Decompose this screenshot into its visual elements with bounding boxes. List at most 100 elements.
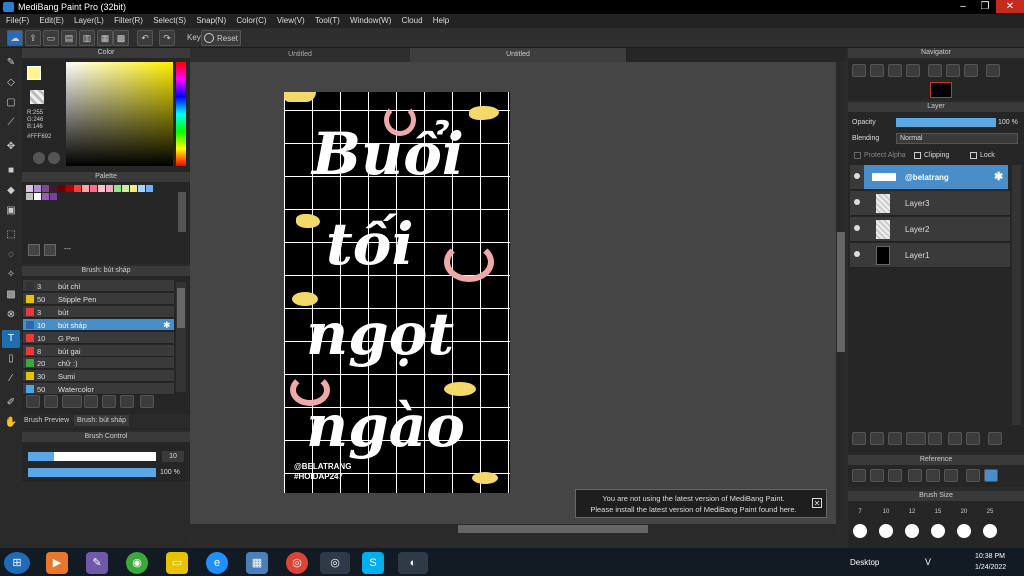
palette-swatch[interactable] [42,185,49,192]
horizontal-scrollbar[interactable] [190,524,836,534]
add-layer-dropdown-icon[interactable] [906,432,926,445]
gradient-tool-icon[interactable]: ▣ [2,202,20,220]
clipping-checkbox[interactable] [914,152,921,159]
palette-swatch[interactable] [146,185,153,192]
palette-swatch[interactable] [82,185,89,192]
comment-icon[interactable]: ▭ [43,30,59,46]
blending-select[interactable]: Normal [896,133,1018,144]
palette-swatch[interactable] [58,185,65,192]
lock-checkbox[interactable] [970,152,977,159]
stamp-tool-icon[interactable]: ⊗ [2,306,20,324]
menu-window[interactable]: Window(W) [346,14,395,27]
hue-slider[interactable] [176,62,186,166]
ref-cloud-icon[interactable] [852,469,866,482]
visibility-icon[interactable] [854,199,860,205]
zoom-out-icon[interactable] [852,64,866,77]
minimize-icon[interactable]: – [952,0,974,13]
clock-time[interactable]: 10:38 PM [975,553,1005,560]
palette-swatch[interactable] [26,193,33,200]
brush-add-dropdown-icon[interactable] [62,395,82,408]
settings-icon[interactable]: ▩ [113,30,129,46]
cloud-icon[interactable]: ☁ [7,30,23,46]
delete-palette-icon[interactable] [44,244,56,256]
brush-dropdown-icon[interactable] [44,395,58,408]
divide-tool-icon[interactable]: ▩ [2,286,20,304]
brush-add-icon[interactable] [26,395,40,408]
brush-size-slider[interactable] [28,452,156,461]
visibility-icon[interactable] [854,251,860,257]
duplicate-layer-icon[interactable] [948,432,962,445]
brush-item[interactable]: 10 bút sháp ✱ [23,318,174,331]
chat-icon[interactable]: ▤ [61,30,77,46]
brush-size-value[interactable]: 10 [162,451,184,462]
fill-rect-icon[interactable]: ■ [2,162,20,180]
chrome-active-icon[interactable]: ◎ [320,552,350,574]
menu-view[interactable]: View(V) [273,14,309,27]
tab-untitled-1[interactable]: Untitled [190,48,410,62]
pen-tool-icon[interactable]: ✐ [2,394,20,412]
brush-size-dot[interactable] [931,524,945,538]
brush-item[interactable]: 8 bút gai [23,344,174,357]
menu-layer[interactable]: Layer(L) [70,14,108,27]
brush-scrollbar[interactable] [176,282,186,392]
palette-scrollbar[interactable] [178,192,186,232]
ref-fit-icon[interactable] [926,469,940,482]
network-icon[interactable]: ▦ [246,552,268,574]
brush-item[interactable]: 50 Stipple Pen [23,292,174,305]
protect-alpha-checkbox[interactable] [854,152,861,159]
palette-swatch[interactable] [106,185,113,192]
new-halftone-layer-icon[interactable] [870,432,884,445]
maximize-icon[interactable]: ❐ [974,0,996,13]
menu-file[interactable]: File(F) [2,14,33,27]
menu-help[interactable]: Help [429,14,453,27]
brush-folder-icon[interactable] [102,395,116,408]
brush-delete-icon[interactable] [140,395,154,408]
select-pen-icon[interactable]: ⟋ [2,114,20,132]
saturation-value-square[interactable] [66,62,173,166]
brush-item[interactable]: 3 bút chì [23,280,174,292]
palette-swatch[interactable] [50,193,57,200]
palette-swatch[interactable] [34,185,41,192]
primary-color-swatch[interactable] [27,66,41,80]
palette-swatch[interactable] [98,185,105,192]
brush-opacity-slider[interactable] [28,468,156,477]
ref-open-icon[interactable] [870,469,884,482]
rotate-right-icon[interactable] [964,64,978,77]
brush-size-dot[interactable] [879,524,893,538]
palette-swatch[interactable] [42,193,49,200]
text-tool-icon[interactable]: T [2,330,20,348]
brush-size-dot[interactable] [957,524,971,538]
palette-swatch[interactable] [26,185,33,192]
palette-swatch[interactable] [50,185,57,192]
close-icon[interactable]: ✕ [996,0,1024,13]
delete-layer-icon[interactable] [988,432,1002,445]
new-layer-icon[interactable] [852,432,866,445]
visibility-icon[interactable] [854,173,860,179]
flip-icon[interactable] [986,64,1000,77]
navigator-preview[interactable] [930,82,952,98]
update-notice[interactable]: You are not using the latest version of … [575,489,827,518]
brush-scroll-thumb[interactable] [177,288,185,328]
new-8bit-layer-icon[interactable] [888,432,902,445]
bucket-tool-icon[interactable]: ◆ [2,182,20,200]
redo-icon[interactable]: ↷ [159,30,175,46]
eyedropper-icon[interactable]: ⁄ [2,370,20,388]
dot-tool-icon[interactable]: ▢ [2,94,20,112]
hand-tool-icon[interactable]: ✋ [2,414,20,432]
menu-color[interactable]: Color(C) [232,14,270,27]
palette-swatch[interactable] [90,185,97,192]
palette-swatch[interactable] [114,185,121,192]
brush-size-dot[interactable] [905,524,919,538]
actual-size-icon[interactable] [906,64,920,77]
palette-swatch[interactable] [130,185,137,192]
notice-close-icon[interactable]: ✕ [812,498,822,508]
menu-snap[interactable]: Snap(N) [192,14,230,27]
horizontal-scroll-thumb[interactable] [458,525,648,533]
export-icon[interactable]: ▥ [79,30,95,46]
visibility-icon[interactable] [854,225,860,231]
merge-layer-icon[interactable] [966,432,980,445]
color-wheel-icon[interactable] [33,152,45,164]
color-picker-icon[interactable] [48,152,60,164]
tab-untitled-2[interactable]: Untitled [410,48,626,62]
layer-row-layer1[interactable]: Layer1 [850,243,1010,268]
